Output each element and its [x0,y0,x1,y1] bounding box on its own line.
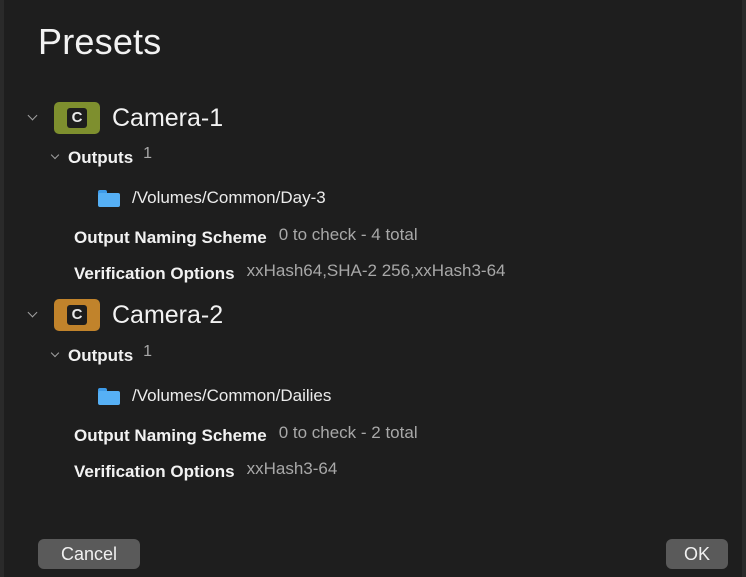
outputs-label: Outputs [68,148,134,167]
window-title: Presets [38,21,162,62]
chevron-down-icon[interactable] [50,350,62,362]
preset-header-camera-1[interactable]: C Camera-1 [26,100,223,136]
output-naming-scheme-value: 0 to check - 4 total [278,225,418,244]
cancel-button[interactable]: Cancel [38,539,140,569]
outputs-row[interactable]: Outputs 1 [50,343,153,368]
output-path: /Volumes/Common/Day-3 [132,188,326,207]
output-naming-scheme-label: Output Naming Scheme [74,426,267,445]
verification-options-value: xxHash3-64 [246,459,338,478]
badge-letter: C [67,108,87,128]
chevron-down-icon[interactable] [26,111,40,125]
preset-header-camera-2[interactable]: C Camera-2 [26,297,223,333]
chevron-down-icon[interactable] [26,308,40,322]
verification-options-label: Verification Options [74,462,235,481]
output-path-item[interactable]: /Volumes/Common/Dailies [98,384,331,408]
folder-icon [98,387,120,405]
verification-options-label: Verification Options [74,264,235,283]
preset-name: Camera-2 [112,301,224,329]
preset-badge: C [54,299,100,331]
chevron-down-icon[interactable] [50,152,62,164]
verification-options-value: xxHash64,SHA-2 256,xxHash3-64 [246,261,506,280]
outputs-label: Outputs [68,346,134,365]
outputs-count: 1 [143,343,153,360]
outputs-row[interactable]: Outputs 1 [50,145,153,170]
outputs-count: 1 [143,145,153,162]
output-naming-scheme-value: 0 to check - 2 total [278,423,418,442]
verification-options-row: Verification Options xxHash64,SHA-2 256,… [74,261,506,287]
output-path-item[interactable]: /Volumes/Common/Day-3 [98,186,326,210]
output-naming-scheme-row: Output Naming Scheme 0 to check - 2 tota… [74,423,418,449]
output-naming-scheme-row: Output Naming Scheme 0 to check - 4 tota… [74,225,418,251]
presets-window: Presets C Camera-1 Outputs 1 /Volumes/Co… [4,0,742,577]
folder-icon [98,189,120,207]
badge-letter: C [67,305,87,325]
output-naming-scheme-label: Output Naming Scheme [74,228,267,247]
ok-button[interactable]: OK [666,539,728,569]
output-path: /Volumes/Common/Dailies [132,386,332,405]
verification-options-row: Verification Options xxHash3-64 [74,459,337,485]
preset-badge: C [54,102,100,134]
preset-name: Camera-1 [112,104,224,132]
